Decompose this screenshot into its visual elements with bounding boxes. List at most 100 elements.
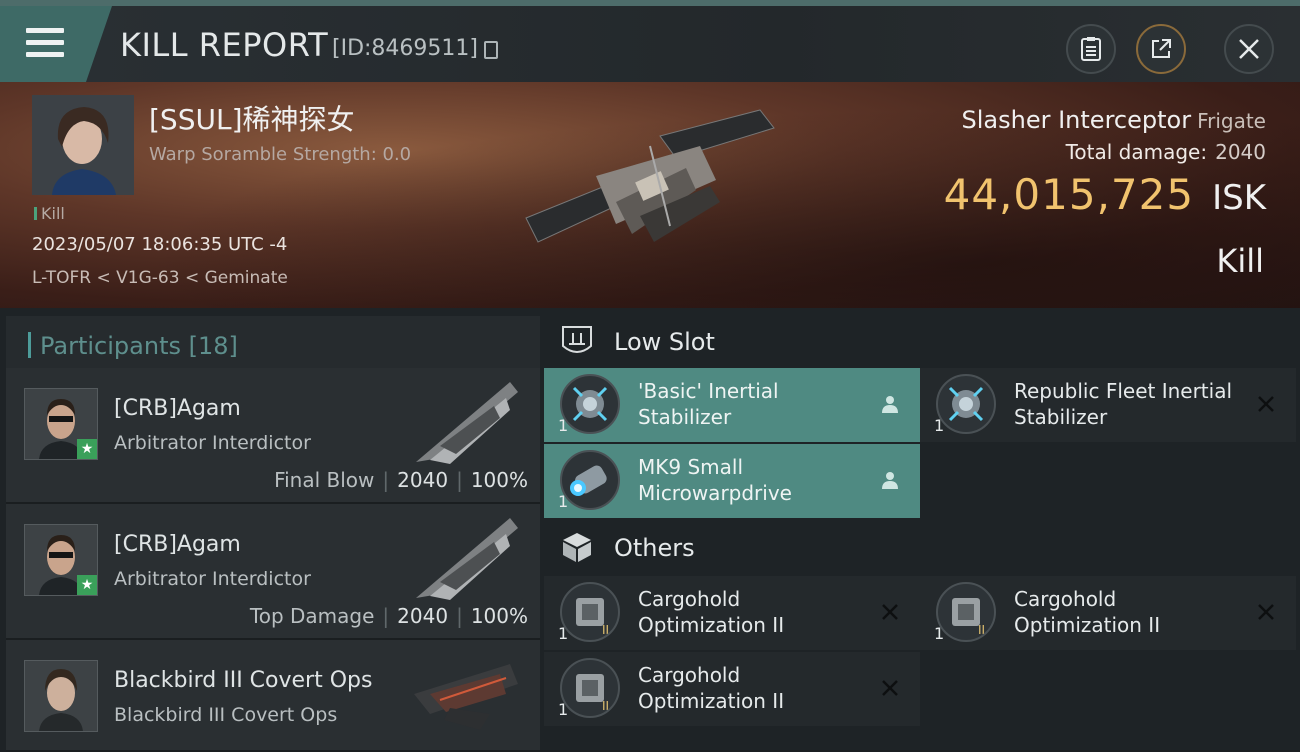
share-icon bbox=[1152, 39, 1171, 58]
ship-name: Slasher Interceptor Frigate bbox=[962, 106, 1266, 134]
participant-row[interactable]: ★ [CRB]Agam Arbitrator Interdictor Top D… bbox=[6, 504, 540, 640]
participants-title: Participants [18] bbox=[40, 332, 238, 360]
top-bar: KILL REPORT [ID:8469511] bbox=[0, 0, 1300, 82]
participant-portrait[interactable] bbox=[24, 660, 98, 732]
kill-marker-icon bbox=[34, 207, 37, 220]
participant-percent: 100% bbox=[470, 468, 528, 492]
participant-stats: Top Damage | 2040 | 100% bbox=[249, 604, 528, 628]
total-damage-label: Total damage: bbox=[1065, 140, 1208, 164]
others-header: Others bbox=[560, 530, 960, 566]
kill-summary: [SSUL]稀神探女 Warp Soramble Strength: 0.0 K… bbox=[0, 82, 1300, 308]
scramble-strength: Warp Soramble Strength: 0.0 bbox=[149, 144, 412, 165]
others-label: Others bbox=[614, 534, 695, 562]
module-item[interactable]: II 1 Cargohold Optimization II bbox=[544, 652, 920, 726]
fitted-user-icon bbox=[878, 468, 902, 492]
destroyed-x-icon bbox=[1254, 392, 1278, 416]
hamburger-icon bbox=[26, 28, 64, 60]
participant-name: [CRB]Agam bbox=[114, 532, 241, 557]
participant-row[interactable]: Blackbird III Covert Ops Blackbird III C… bbox=[6, 640, 540, 752]
total-damage: Total damage: 2040 bbox=[1066, 140, 1266, 164]
inertial-stabilizer-icon bbox=[936, 374, 996, 434]
svg-text:II: II bbox=[602, 699, 609, 713]
victim-name: [SSUL]稀神探女 bbox=[149, 103, 355, 136]
close-icon bbox=[1239, 39, 1259, 59]
total-damage-value: 2040 bbox=[1215, 140, 1266, 164]
star-icon: ★ bbox=[77, 575, 97, 595]
module-item[interactable]: II 1 Cargohold Optimization II bbox=[920, 576, 1296, 650]
clipboard-icon bbox=[1081, 37, 1101, 61]
cargohold-optimization-icon: II bbox=[560, 658, 620, 718]
module-quantity: 1 bbox=[934, 416, 945, 435]
participant-role: Top Damage bbox=[249, 604, 375, 628]
report-id: [ID:8469511] bbox=[332, 36, 478, 61]
close-button[interactable] bbox=[1224, 24, 1274, 74]
microwarpdrive-icon bbox=[560, 450, 620, 510]
modules-panel: Low Slot 1 'Basic' Inertial Stabilizer 1… bbox=[540, 308, 1300, 750]
copy-icon[interactable] bbox=[484, 41, 498, 59]
module-name: Cargohold Optimization II bbox=[638, 587, 785, 637]
destroyed-x-icon bbox=[1254, 600, 1278, 624]
module-name: 'Basic' Inertial Stabilizer bbox=[638, 379, 779, 429]
module-item[interactable]: 1 'Basic' Inertial Stabilizer bbox=[544, 368, 920, 442]
kill-type: Kill bbox=[1216, 242, 1264, 280]
header-accent-bar bbox=[28, 332, 31, 358]
victim-portrait[interactable] bbox=[32, 95, 134, 195]
module-quantity: 1 bbox=[558, 624, 569, 643]
participant-ship: Arbitrator Interdictor bbox=[114, 432, 311, 454]
kill-tag-label: Kill bbox=[41, 204, 65, 223]
participant-ship: Arbitrator Interdictor bbox=[114, 568, 311, 590]
module-item[interactable]: II 1 Cargohold Optimization II bbox=[544, 576, 920, 650]
star-icon: ★ bbox=[77, 439, 97, 459]
module-name: Cargohold Optimization II bbox=[638, 663, 785, 713]
participants-header: Participants [18] bbox=[6, 316, 540, 368]
module-name: Cargohold Optimization II bbox=[1014, 587, 1161, 637]
participant-damage: 2040 bbox=[397, 468, 449, 492]
module-item[interactable]: 1 MK9 Small Microwarpdrive bbox=[544, 444, 920, 518]
victim-ship-image bbox=[525, 109, 775, 243]
module-quantity: 1 bbox=[558, 492, 569, 511]
svg-text:II: II bbox=[602, 623, 609, 637]
kill-location: L-TOFR < V1G-63 < Geminate bbox=[32, 268, 288, 288]
low-slot-label: Low Slot bbox=[614, 328, 715, 356]
kill-tag: Kill bbox=[34, 204, 65, 223]
participant-name: [CRB]Agam bbox=[114, 396, 241, 421]
destroyed-x-icon bbox=[878, 600, 902, 624]
participant-role: Final Blow bbox=[274, 468, 375, 492]
module-quantity: 1 bbox=[558, 700, 569, 719]
participant-ship: Blackbird III Covert Ops bbox=[114, 704, 338, 726]
inertial-stabilizer-icon bbox=[560, 374, 620, 434]
participant-portrait[interactable]: ★ bbox=[24, 524, 98, 596]
low-slot-header: Low Slot bbox=[560, 324, 960, 360]
module-name: Republic Fleet Inertial Stabilizer bbox=[1014, 379, 1233, 429]
low-slot-icon bbox=[562, 326, 592, 353]
participants-count: [18] bbox=[188, 332, 238, 360]
participant-portrait[interactable]: ★ bbox=[24, 388, 98, 460]
ship-type: Slasher Interceptor bbox=[961, 106, 1192, 134]
svg-text:II: II bbox=[978, 623, 985, 637]
participant-name: Blackbird III Covert Ops bbox=[114, 668, 373, 693]
participant-ship-image bbox=[416, 518, 518, 600]
share-button[interactable] bbox=[1136, 24, 1186, 74]
participant-percent: 100% bbox=[470, 604, 528, 628]
isk-currency: ISK bbox=[1212, 178, 1266, 218]
participant-row[interactable]: ★ [CRB]Agam Arbitrator Interdictor Final… bbox=[6, 368, 540, 504]
participant-ship-image bbox=[416, 382, 518, 464]
cargohold-optimization-icon: II bbox=[560, 582, 620, 642]
module-quantity: 1 bbox=[934, 624, 945, 643]
participants-panel: Participants [18] ★ [CRB]Agam Arbitrator… bbox=[0, 308, 540, 752]
kill-datetime: 2023/05/07 18:06:35 UTC -4 bbox=[32, 234, 288, 255]
cargohold-optimization-icon: II bbox=[936, 582, 996, 642]
menu-button[interactable] bbox=[0, 6, 112, 82]
module-item[interactable]: 1 Republic Fleet Inertial Stabilizer bbox=[920, 368, 1296, 442]
ship-class: Frigate bbox=[1197, 109, 1266, 133]
isk-amount: 44,015,725 bbox=[943, 170, 1195, 219]
participant-stats: Final Blow | 2040 | 100% bbox=[274, 468, 528, 492]
clipboard-button[interactable] bbox=[1066, 24, 1116, 74]
isk-value: 44,015,725 ISK bbox=[944, 170, 1266, 219]
page-title: KILL REPORT bbox=[120, 26, 329, 64]
module-name: MK9 Small Microwarpdrive bbox=[638, 455, 792, 505]
destroyed-x-icon bbox=[878, 676, 902, 700]
module-quantity: 1 bbox=[558, 416, 569, 435]
participants-label: Participants bbox=[40, 332, 181, 360]
participant-ship-image bbox=[414, 664, 518, 730]
